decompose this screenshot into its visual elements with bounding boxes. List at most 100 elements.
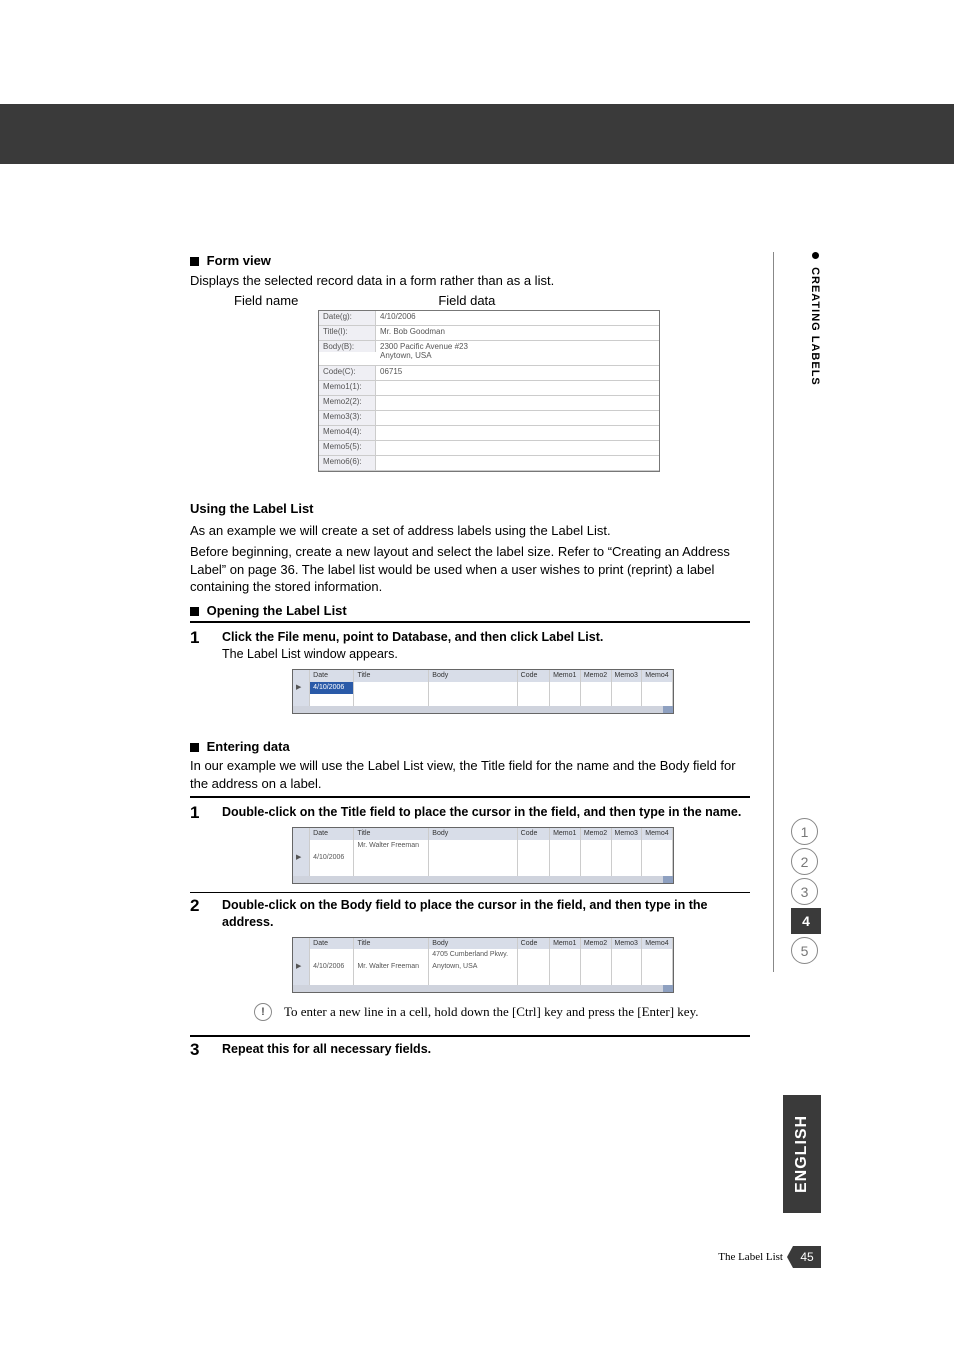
side-rule	[773, 252, 774, 972]
side-tab-1[interactable]: 1	[791, 818, 818, 845]
fv-label: Memo1(1):	[319, 381, 376, 395]
fv-value	[376, 411, 659, 425]
footer: The Label List 45	[718, 1246, 821, 1268]
grid-scrollbar	[293, 706, 673, 713]
col-memo3: Memo3	[612, 670, 643, 681]
col-memo2: Memo2	[581, 670, 612, 681]
rule-step	[190, 892, 750, 894]
square-bullet-icon	[190, 743, 199, 752]
grid-scrollbar	[293, 876, 673, 883]
label-list-grid: Date Title Body Code Memo1 Memo2 Memo3 M…	[292, 669, 674, 713]
side-tab-2[interactable]: 2	[791, 848, 818, 875]
form-view-heading: Form view	[190, 252, 750, 270]
fv-value: 06715	[376, 366, 659, 380]
using-p2: Before beginning, create a new layout an…	[190, 543, 750, 596]
entering-heading-text: Entering data	[207, 739, 290, 754]
grid-row: ▶ 4/10/2006	[293, 682, 673, 694]
page: CREATING LABELS Form view Displays the s…	[0, 0, 954, 1351]
grid-header: Date Title Body Code Memo1 Memo2 Memo3 M…	[293, 938, 673, 949]
grid-row	[293, 864, 673, 876]
fv-value: 4/10/2006	[376, 311, 659, 325]
square-bullet-icon	[190, 607, 199, 616]
header-dark-band	[0, 104, 954, 164]
english-tab: ENGLISH	[783, 1095, 821, 1213]
label-list-grid: Date Title Body Code Memo1 Memo2 Memo3 M…	[292, 827, 674, 883]
step-number: 1	[190, 804, 204, 889]
col-title: Title	[354, 670, 429, 681]
grid-row	[293, 694, 673, 706]
col-memo1: Memo1	[550, 670, 581, 681]
fv-value	[376, 381, 659, 395]
rule-step	[190, 1035, 750, 1037]
cell-body: 4705 Cumberland Pkwy.	[429, 949, 517, 961]
note-icon: !	[254, 1003, 272, 1021]
page-number: 45	[793, 1246, 821, 1268]
callout-field-name: Field name	[234, 293, 298, 308]
entering-step-1: 1 Double-click on the Title field to pla…	[190, 804, 750, 889]
step-body: Click the File menu, point to Database, …	[222, 629, 750, 719]
using-heading: Using the Label List	[190, 500, 750, 518]
fv-label: Memo3(3):	[319, 411, 376, 425]
grid-scrollbar	[293, 985, 673, 992]
note-text: To enter a new line in a cell, hold down…	[284, 1003, 698, 1021]
cell-title: Mr. Walter Freeman	[354, 840, 429, 852]
rule-heavy	[190, 621, 750, 623]
callout-field-data: Field data	[438, 293, 495, 308]
fv-label: Date(g):	[319, 311, 376, 325]
label-list-grid: Date Title Body Code Memo1 Memo2 Memo3 M…	[292, 937, 674, 993]
step-body: Double-click on the Body field to place …	[222, 897, 750, 1021]
fv-label: Body(B):	[319, 341, 376, 352]
form-view-desc: Displays the selected record data in a f…	[190, 272, 750, 290]
header-white	[0, 0, 954, 104]
bullet-icon	[812, 252, 819, 259]
entering-step-2: 2 Double-click on the Body field to plac…	[190, 897, 750, 1021]
grid-row	[293, 973, 673, 985]
step-number: 2	[190, 897, 204, 1021]
fv-label: Memo4(4):	[319, 426, 376, 440]
grid-header: Date Title Body Code Memo1 Memo2 Memo3 M…	[293, 828, 673, 839]
form-view-screenshot: Date(g):4/10/2006 Title(I):Mr. Bob Goodm…	[318, 310, 660, 472]
fv-value	[376, 441, 659, 455]
fv-label: Title(I):	[319, 326, 376, 340]
fv-label: Memo6(6):	[319, 456, 376, 470]
side-tab-3[interactable]: 3	[791, 878, 818, 905]
step-bold: Click the File menu, point to Database, …	[222, 630, 603, 644]
entering-intro: In our example we will use the Label Lis…	[190, 757, 750, 792]
cell-body: Anytown, USA	[429, 961, 517, 973]
footer-text: The Label List	[718, 1251, 783, 1263]
col-code: Code	[518, 670, 550, 681]
step-bold: Repeat this for all necessary fields.	[222, 1042, 431, 1056]
form-view-callouts: Field name Field data	[234, 293, 750, 308]
step-number: 3	[190, 1041, 204, 1058]
col-date: Date	[310, 670, 354, 681]
grid-row: ▶ 4/10/2006 Mr. Walter Freeman Anytown, …	[293, 961, 673, 973]
side-tab-4-active[interactable]: 4	[791, 908, 821, 934]
entering-step-3: 3 Repeat this for all necessary fields.	[190, 1041, 750, 1058]
section-vertical-label: CREATING LABELS	[809, 252, 821, 386]
step-bold: Double-click on the Title field to place…	[222, 805, 741, 819]
side-tab-5[interactable]: 5	[791, 937, 818, 964]
side-tabs: 1 2 3 4 5	[791, 818, 821, 964]
fv-value: Mr. Bob Goodman	[376, 326, 659, 340]
form-view-heading-text: Form view	[207, 253, 271, 268]
grid-header: Date Title Body Code Memo1 Memo2 Memo3 M…	[293, 670, 673, 681]
opening-heading-text: Opening the Label List	[207, 603, 347, 618]
cell-date: 4/10/2006	[310, 682, 354, 694]
fv-value	[376, 456, 659, 470]
grid-row: 4705 Cumberland Pkwy.	[293, 949, 673, 961]
opening-step-1: 1 Click the File menu, point to Database…	[190, 629, 750, 719]
section-vertical-text: CREATING LABELS	[809, 267, 821, 386]
col-body: Body	[429, 670, 517, 681]
grid-row: ▶ 4/10/2006	[293, 852, 673, 864]
col-memo4: Memo4	[642, 670, 673, 681]
step-body: Repeat this for all necessary fields.	[222, 1041, 750, 1058]
fv-label: Code(C):	[319, 366, 376, 380]
entering-heading: Entering data	[190, 738, 750, 756]
grid-row: Mr. Walter Freeman	[293, 840, 673, 852]
note: ! To enter a new line in a cell, hold do…	[254, 1003, 750, 1021]
fv-label: Memo5(5):	[319, 441, 376, 455]
step-bold: Double-click on the Body field to place …	[222, 898, 707, 929]
content-column: Form view Displays the selected record d…	[190, 252, 750, 1058]
opening-heading: Opening the Label List	[190, 602, 750, 620]
fv-value: 2300 Pacific Avenue #23 Anytown, USA	[376, 341, 659, 361]
